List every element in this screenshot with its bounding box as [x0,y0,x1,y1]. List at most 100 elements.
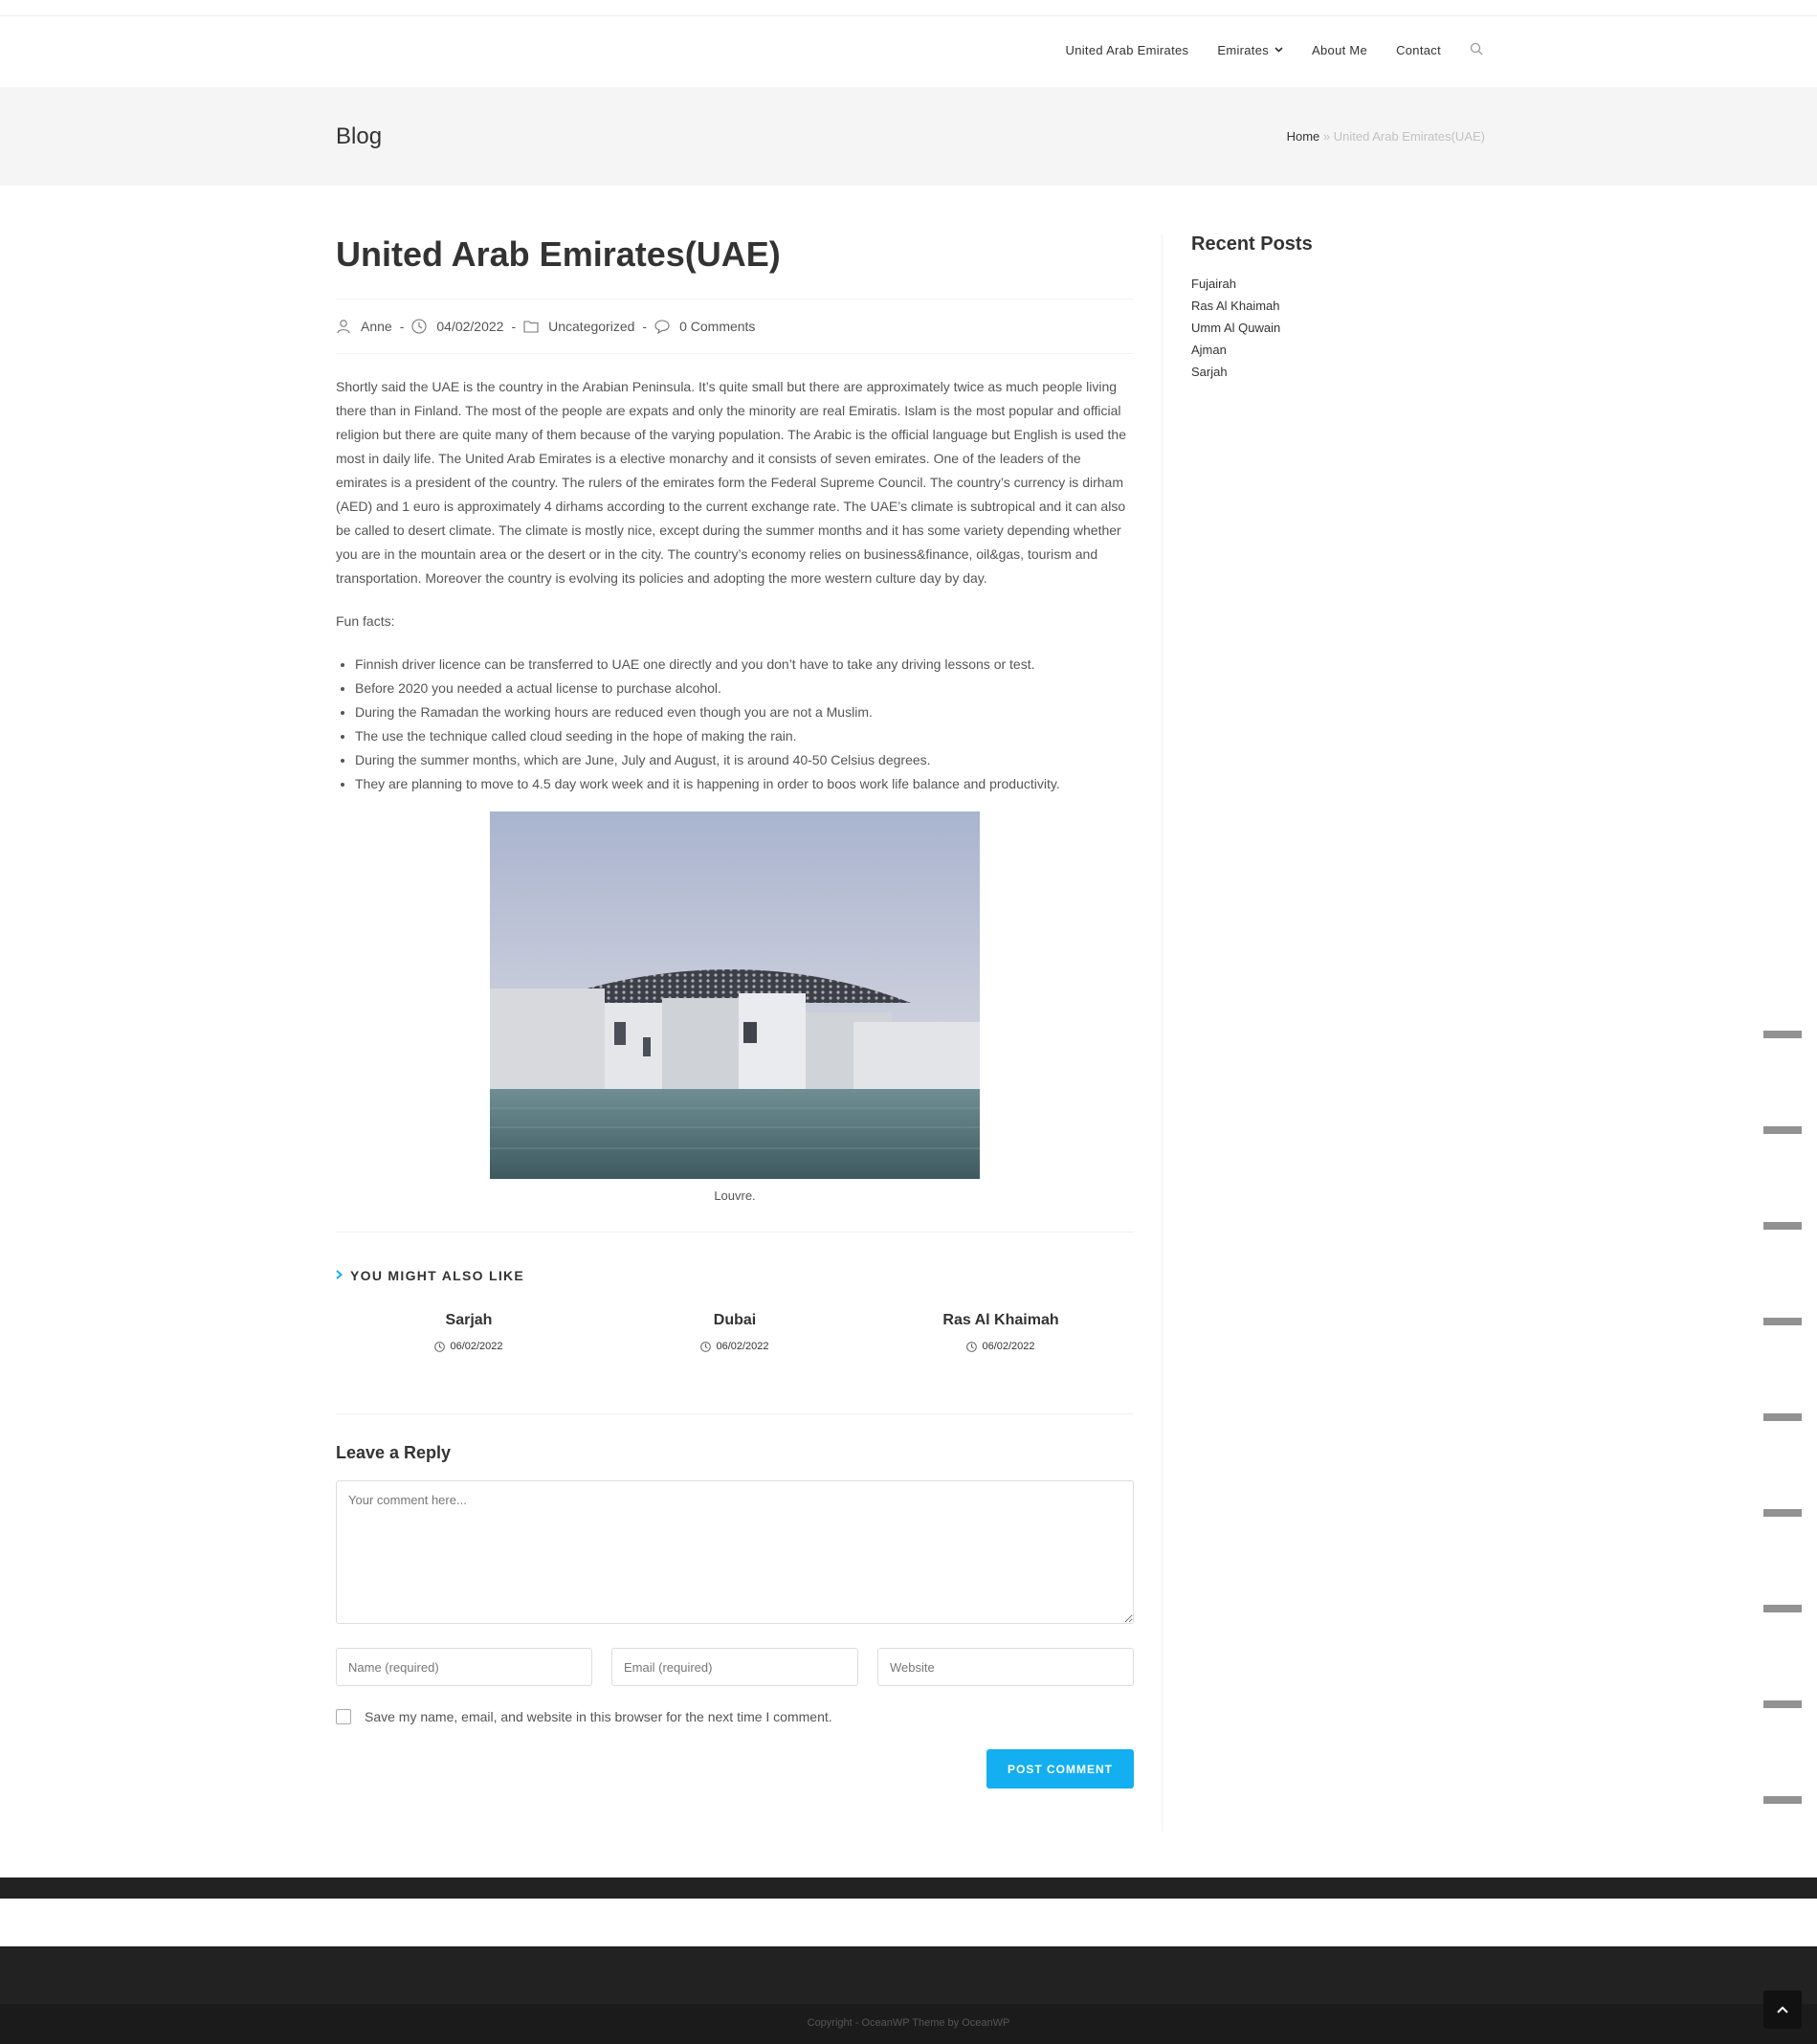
recent-post-link[interactable]: Ras Al Khaimah [1191,295,1484,317]
side-tab[interactable] [1763,1509,1802,1517]
breadcrumb-separator: » [1322,129,1331,144]
recent-post-link[interactable]: Sarjah [1191,361,1484,383]
list-item: The use the technique called cloud seedi… [355,724,1134,748]
meta-separator: - [399,319,405,334]
louvre-photo [490,811,980,1179]
page-title-bar: Blog Home » United Arab Emirates(UAE) [0,87,1817,186]
comment-form: Leave a Reply Save my name, email, and w… [336,1443,1134,1788]
recent-post-link[interactable]: Fujairah [1191,273,1484,295]
related-posts: YOU MIGHT ALSO LIKE Sarjah 06/02/2022 Du… [336,1232,1134,1352]
consent-checkbox[interactable] [336,1709,351,1724]
meta-separator: - [642,319,648,334]
nav-item-contact[interactable]: Contact [1396,43,1441,57]
clock-icon [434,1341,446,1352]
fun-facts-label: Fun facts: [336,613,395,629]
nav-item-emirates[interactable]: Emirates [1217,43,1283,57]
post-meta: Anne - 04/02/2022 - Uncategorized - 0 Co… [336,300,1134,353]
fun-facts-list: Finnish driver licence can be transferre… [355,653,1134,796]
recent-posts-title: Recent Posts [1191,233,1313,255]
related-date-text: 06/02/2022 [982,1341,1035,1352]
sidebar-divider [1162,233,1163,1832]
image-caption: Louvre. [714,1189,756,1203]
post-category-link[interactable]: Uncategorized [548,319,634,334]
divider [336,1413,1134,1414]
comment-icon [654,319,670,334]
post-title: United Arab Emirates(UAE) [336,234,781,274]
clock-icon [700,1341,712,1352]
name-field[interactable] [336,1648,592,1686]
related-card: Sarjah 06/02/2022 [336,1312,602,1352]
related-post-link[interactable]: Dubai [602,1312,868,1329]
related-post-date: 06/02/2022 [602,1341,868,1352]
submit-row: POST COMMENT [336,1749,1134,1788]
post-date: 04/02/2022 [436,319,504,334]
website-field[interactable] [877,1648,1134,1686]
post-paragraph: Shortly said the UAE is the country in t… [336,379,1127,586]
chevron-right-icon [336,1267,343,1283]
divider [336,353,1134,354]
recent-post-link[interactable]: Umm Al Quwain [1191,317,1484,339]
clock-icon [966,1341,978,1352]
side-tab[interactable] [1763,1413,1802,1421]
related-date-text: 06/02/2022 [450,1341,503,1352]
search-icon[interactable] [1470,42,1485,57]
list-item: Finnish driver licence can be transferre… [355,653,1134,677]
related-post-date: 06/02/2022 [336,1341,602,1352]
footer-top-band [0,1877,1817,1899]
meta-separator: - [511,319,517,334]
sidebar: Recent Posts Fujairah Ras Al Khaimah Umm… [1191,233,1484,383]
side-tab[interactable] [1763,1318,1802,1325]
side-tab[interactable] [1763,1605,1802,1612]
email-field[interactable] [611,1648,858,1686]
list-item: During the Ramadan the working hours are… [355,700,1134,724]
related-grid: Sarjah 06/02/2022 Dubai 06/02/2022 Ras A… [336,1312,1134,1352]
comment-fields [336,1648,1134,1686]
related-post-date: 06/02/2022 [868,1341,1134,1352]
list-item: During the summer months, which are June… [355,748,1134,772]
recent-post-link[interactable]: Ajman [1191,339,1484,361]
reply-heading: Leave a Reply [336,1443,452,1462]
nav-item-label: Contact [1396,42,1441,57]
list-item: They are planning to move to 4.5 day wor… [355,772,1134,796]
user-icon [336,319,351,334]
post-body: Shortly said the UAE is the country in t… [336,375,1134,633]
scroll-to-top-button[interactable] [1763,1990,1802,2029]
folder-icon [523,319,539,334]
post-figure: Louvre. [336,811,1134,1203]
post-author-link[interactable]: Anne [361,319,392,334]
nav-item-united-arab-emirates[interactable]: United Arab Emirates [1066,43,1189,57]
main-nav: United Arab Emirates Emirates About Me C… [1037,42,1486,57]
comment-textarea[interactable] [336,1480,1134,1624]
breadcrumb-current: United Arab Emirates(UAE) [1333,129,1485,144]
consent-label: Save my name, email, and website in this… [365,1709,832,1724]
recent-posts-list: Fujairah Ras Al Khaimah Umm Al Quwain Aj… [1191,273,1484,383]
breadcrumb: Home » United Arab Emirates(UAE) [1287,129,1485,144]
footer-gap [0,1899,1817,1946]
breadcrumb-home-link[interactable]: Home [1287,129,1320,144]
side-tab[interactable] [1763,1031,1802,1038]
clock-icon [411,319,427,334]
related-card: Dubai 06/02/2022 [602,1312,868,1352]
copyright-text: Copyright - OceanWP Theme by OceanWP [807,2017,1010,2029]
nav-item-label: About Me [1312,42,1368,57]
side-tab[interactable] [1763,1126,1802,1134]
consent-row: Save my name, email, and website in this… [336,1709,1134,1724]
chevron-down-icon [1274,45,1283,56]
nav-item-about-me[interactable]: About Me [1312,43,1367,57]
side-tab[interactable] [1763,1700,1802,1708]
related-post-link[interactable]: Ras Al Khaimah [868,1312,1134,1329]
related-card: Ras Al Khaimah 06/02/2022 [868,1312,1134,1352]
side-tab[interactable] [1763,1222,1802,1230]
side-tab[interactable] [1763,1796,1802,1804]
nav-item-label: United Arab Emirates [1065,42,1189,57]
post-comment-button[interactable]: POST COMMENT [986,1749,1134,1788]
related-heading: YOU MIGHT ALSO LIKE [336,1267,1134,1283]
list-item: Before 2020 you needed a actual license … [355,677,1134,700]
chevron-up-icon [1777,2006,1788,2013]
page-title: Blog [336,123,383,149]
post-comments-link[interactable]: 0 Comments [679,319,755,334]
header-top-border [0,15,1817,16]
post-content: United Arab Emirates(UAE) Anne - 04/02/2… [336,233,1134,1788]
related-heading-text: YOU MIGHT ALSO LIKE [350,1267,525,1283]
related-post-link[interactable]: Sarjah [336,1312,602,1329]
